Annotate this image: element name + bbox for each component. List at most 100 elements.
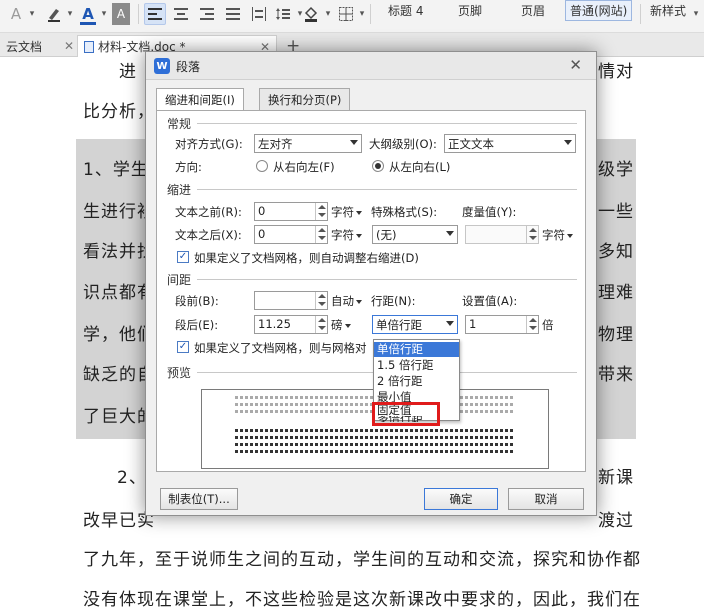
divider <box>138 4 139 24</box>
snap-grid-label: 如果定义了文档网格，则与网格对 <box>194 341 367 355</box>
section-divider <box>197 279 577 280</box>
chevron-down-icon <box>446 231 454 236</box>
align-center-icon[interactable] <box>170 3 192 25</box>
close-icon[interactable]: ✕ <box>64 39 74 53</box>
align-left-icon[interactable] <box>144 3 166 25</box>
chevron-down-icon[interactable]: ▾ <box>26 3 38 25</box>
distribute-icon[interactable] <box>248 3 270 25</box>
measure-unit[interactable]: 字符 <box>542 227 573 243</box>
section-spacing: 间距 <box>167 273 192 287</box>
doc-line: 理难 <box>598 283 634 303</box>
outline-select[interactable]: 正文文本 <box>444 134 576 153</box>
doc-line: 一些 <box>598 202 634 222</box>
chevron-down-icon[interactable]: ▾ <box>98 3 110 25</box>
line-spacing-select[interactable]: 单倍行距 <box>372 315 458 334</box>
preview-current-line <box>235 450 515 453</box>
option-double[interactable]: 2 倍行距 <box>374 374 459 389</box>
doc-line: 级学 <box>598 160 634 180</box>
doc-line: 没有体现在课堂上，不这些检验是这次新课改中要求的，因此，我们在 <box>83 590 641 610</box>
unit-text: 字符 <box>331 205 354 219</box>
measure-input[interactable] <box>465 225 539 244</box>
rtl-label: 从右向左(F) <box>273 160 335 174</box>
section-general: 常规 <box>167 117 192 131</box>
spinner-arrows-icon[interactable] <box>315 203 327 220</box>
indent-before-unit[interactable]: 字符 <box>331 204 362 220</box>
preview-current-line <box>235 443 515 446</box>
spinner-arrows-icon[interactable] <box>315 316 327 333</box>
align-select[interactable]: 左对齐 <box>254 134 362 153</box>
snap-grid-checkbox[interactable]: ✓ <box>177 341 189 353</box>
spinner-arrows-icon[interactable] <box>526 316 538 333</box>
spinner-arrows-icon[interactable] <box>315 226 327 243</box>
ok-button[interactable]: 确定 <box>424 488 498 510</box>
indent-after-input[interactable]: 0 <box>254 225 328 244</box>
section-preview: 预览 <box>167 366 192 380</box>
highlighter-icon[interactable] <box>44 3 64 25</box>
align-label: 对齐方式(G): <box>175 137 243 151</box>
dialog-titlebar[interactable]: W 段落 ✕ <box>146 52 596 80</box>
doc-line: 进 <box>119 62 137 82</box>
spinner-arrows-icon[interactable] <box>526 226 538 243</box>
indent-after-unit[interactable]: 字符 <box>331 227 362 243</box>
auto-indent-checkbox[interactable]: ✓ <box>177 251 189 263</box>
tab-cloud-docs[interactable]: 云文档 ✕ <box>0 35 80 57</box>
document-icon <box>84 40 94 53</box>
chevron-down-icon[interactable]: ▾ <box>322 3 334 25</box>
doc-line: 多知 <box>598 242 634 262</box>
space-before-unit[interactable]: 自动 <box>331 293 362 309</box>
style-new[interactable]: 新样式 <box>650 0 686 21</box>
wps-logo-icon: W <box>154 58 170 74</box>
doc-line: 情对 <box>598 62 634 82</box>
doc-line: 2、 <box>117 468 147 488</box>
align-right-icon[interactable] <box>196 3 218 25</box>
char-shading-icon[interactable]: A <box>112 3 130 25</box>
paragraph-dialog: W 段落 ✕ 缩进和间距(I) 换行和分页(P) 常规 对齐方式(G): 左对齐… <box>145 51 597 516</box>
doc-line: 新课 <box>598 468 634 488</box>
cancel-button[interactable]: 取消 <box>508 488 584 510</box>
chevron-down-icon <box>567 233 573 238</box>
doc-line: 渡过 <box>598 511 634 531</box>
ribbon-toolbar: A ▾ ▾ A ▾ A ▾ ▾ ▾ 标题 4 页脚 页眉 普通(网站) 新样式 … <box>0 0 704 33</box>
style-footer[interactable]: 页脚 <box>458 0 482 21</box>
indent-after-label: 文本之后(X): <box>175 228 242 242</box>
tab-line-page-breaks[interactable]: 换行和分页(P) <box>259 88 351 110</box>
dialog-title: 段落 <box>176 60 201 74</box>
close-icon[interactable]: ✕ <box>569 56 582 74</box>
chevron-down-icon <box>446 321 454 326</box>
chevron-down-icon[interactable]: ▾ <box>690 3 702 25</box>
chevron-down-icon[interactable]: ▾ <box>356 3 368 25</box>
spinner-arrows-icon[interactable] <box>315 292 327 309</box>
style-normal-web[interactable]: 普通(网站) <box>565 0 633 21</box>
unit-text: 字符 <box>331 228 354 242</box>
unit-text: 自动 <box>331 294 354 308</box>
border-icon[interactable] <box>336 3 356 25</box>
ltr-radio[interactable] <box>372 160 384 172</box>
chevron-down-icon <box>350 140 358 145</box>
chevron-down-icon[interactable]: ▾ <box>64 3 76 25</box>
setting-value: 1 <box>469 317 477 331</box>
tab-label: 云文档 <box>6 39 43 54</box>
space-after-input[interactable]: 11.25 <box>254 315 328 334</box>
space-after-unit[interactable]: 磅 <box>331 317 351 333</box>
tab-indent-spacing[interactable]: 缩进和间距(I) <box>156 88 244 111</box>
doc-line: 了九年，至于说师生之间的互动，学生间的互动和交流，探究和协作都 <box>83 550 641 570</box>
special-select[interactable]: (无) <box>372 225 458 244</box>
preview-current-line <box>235 436 515 439</box>
tabs-button[interactable]: 制表位(T)... <box>160 488 238 510</box>
text-effect-icon[interactable]: A <box>6 3 26 25</box>
option-single[interactable]: 单倍行距 <box>374 342 459 357</box>
shading-bucket-icon[interactable] <box>300 3 322 25</box>
indent-before-input[interactable]: 0 <box>254 202 328 221</box>
line-spacing-icon[interactable] <box>272 3 294 25</box>
annotation-highlight-box <box>372 402 440 426</box>
style-heading4[interactable]: 标题 4 <box>388 0 423 21</box>
justify-icon[interactable] <box>222 3 244 25</box>
rtl-radio[interactable] <box>256 160 268 172</box>
option-1-5[interactable]: 1.5 倍行距 <box>374 358 459 373</box>
style-header[interactable]: 页眉 <box>521 0 545 21</box>
setting-input[interactable]: 1 <box>465 315 539 334</box>
space-before-label: 段前(B): <box>175 294 219 308</box>
setting-label: 设置值(A): <box>462 294 518 308</box>
space-before-input[interactable] <box>254 291 328 310</box>
divider <box>640 4 641 24</box>
